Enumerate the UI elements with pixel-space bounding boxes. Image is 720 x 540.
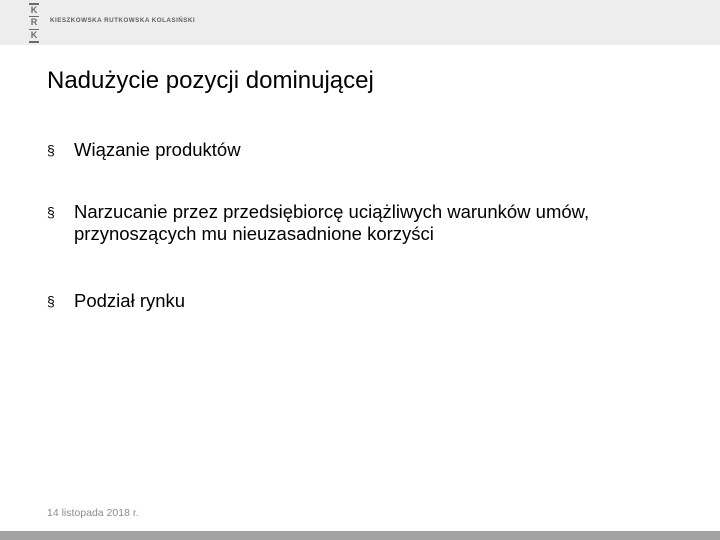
firm-logo-mark: K R K [26, 3, 42, 43]
logo-letter-r: R [30, 17, 38, 28]
footer-date: 14 listopada 2018 r. [47, 507, 139, 519]
bottom-band [0, 531, 720, 540]
logo-bar-bottom [29, 41, 39, 43]
logo-letter-k2: K [30, 30, 38, 41]
bullet-item-onerous-terms: § Narzucanie przez przedsiębiorcę uciążl… [47, 201, 697, 245]
bullet-marker-icon: § [47, 204, 55, 220]
bullet-text: Wiązanie produktów [74, 139, 241, 160]
header-band: K R K KIESZKOWSKA RUTKOWSKA KOLASIŃSKI [0, 0, 720, 45]
bullet-text: Narzucanie przez przedsiębiorcę uciążliw… [74, 201, 590, 244]
bullet-text: Podział rynku [74, 290, 186, 311]
bullet-marker-icon: § [47, 293, 55, 309]
logo-letter-k1: K [30, 4, 38, 15]
bullet-marker-icon: § [47, 142, 55, 158]
firm-name: KIESZKOWSKA RUTKOWSKA KOLASIŃSKI [50, 17, 196, 24]
bullet-item-market-sharing: § Podział rynku [47, 290, 697, 312]
bullet-item-tying: § Wiązanie produktów [47, 139, 697, 161]
slide-title: Nadużycie pozycji dominującej [47, 67, 374, 94]
